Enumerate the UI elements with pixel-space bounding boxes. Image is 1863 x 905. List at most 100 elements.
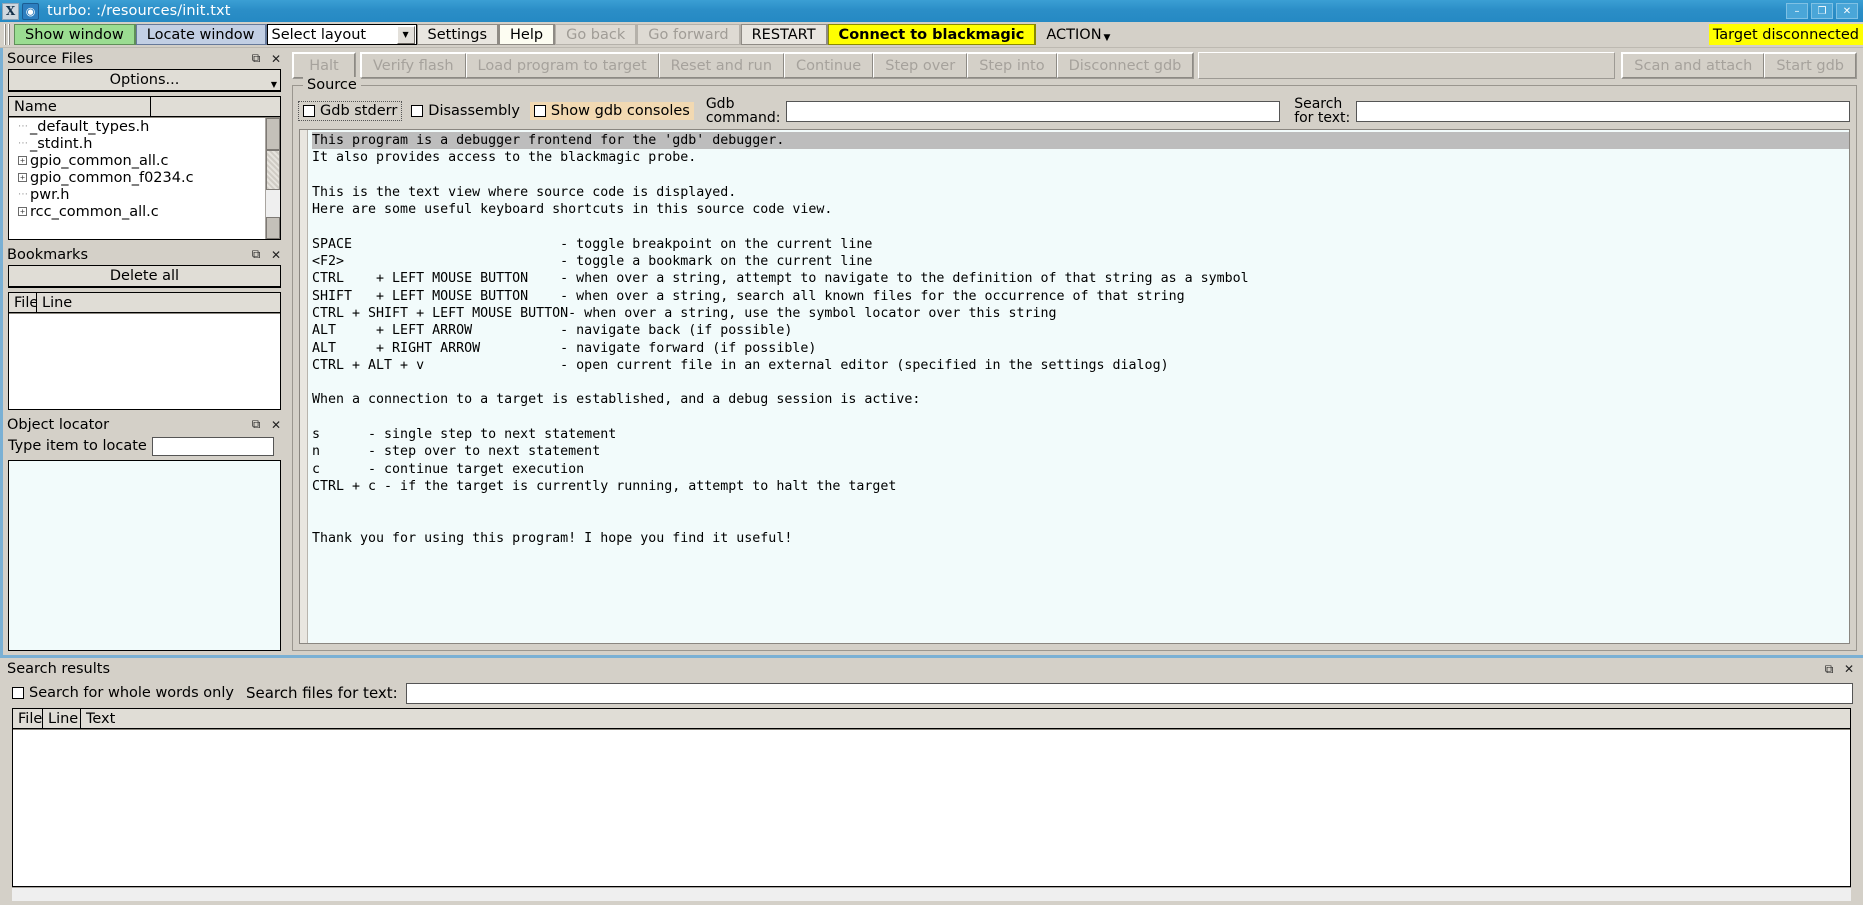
source-code-line[interactable]: s - single step to next statement [312, 426, 1849, 443]
source-code-line[interactable]: Here are some useful keyboard shortcuts … [312, 201, 1849, 218]
halt-button[interactable]: Halt [293, 53, 355, 78]
scrollbar-track-hatch[interactable] [266, 150, 280, 190]
source-file-row[interactable]: + gpio_common_all.c [9, 152, 280, 169]
object-locator-input[interactable] [151, 436, 274, 456]
bookmarks-column-file[interactable]: File [9, 293, 38, 313]
tree-leaf-icon[interactable]: ⋯ [15, 138, 30, 149]
source-code-line[interactable]: ALT + RIGHT ARROW - navigate forward (if… [312, 340, 1849, 357]
debug-button-continue[interactable]: Continue [784, 53, 874, 78]
connect-to-blackmagic-button[interactable]: Connect to blackmagic [827, 24, 1037, 45]
close-icon[interactable]: ✕ [1839, 660, 1859, 678]
source-files-listview[interactable]: Name ⋯ _default_types.h ⋯ _stdint.h + gpio_co… [8, 96, 281, 240]
debug-button-disconnect-gdb[interactable]: Disconnect gdb [1056, 53, 1194, 78]
source-code-line[interactable]: CTRL + c - if the target is currently ru… [312, 478, 1849, 495]
window-controls: – ❐ ✕ [1786, 3, 1861, 19]
select-layout-combo[interactable]: Select layout ▼ [266, 24, 417, 45]
source-code-line[interactable]: CTRL + ALT + v - open current file in an… [312, 357, 1849, 374]
chevron-down-icon[interactable]: ▼ [396, 25, 415, 44]
search-files-input[interactable] [405, 682, 1853, 704]
source-code-line[interactable] [312, 167, 1849, 184]
search-results-listview[interactable]: File Line Text [12, 708, 1851, 887]
source-code-line[interactable] [312, 513, 1849, 530]
source-code-line[interactable]: n - step over to next statement [312, 443, 1849, 460]
tree-leaf-icon[interactable]: ⋯ [15, 121, 30, 132]
source-code-line[interactable]: This program is a debugger frontend for … [312, 132, 1849, 150]
object-locator-results[interactable] [8, 460, 281, 651]
action-menu-button[interactable]: ACTION ▼ [1036, 24, 1120, 45]
debug-button-verify-flash[interactable]: Verify flash [361, 53, 466, 78]
maximize-button[interactable]: ❐ [1811, 3, 1833, 19]
debug-button-step-into[interactable]: Step into [967, 53, 1057, 78]
restore-icon[interactable]: ⧉ [246, 50, 266, 68]
source-files-scrollbar[interactable] [265, 118, 280, 239]
bookmarks-delete-all-button[interactable]: Delete all [8, 265, 281, 288]
source-code-text[interactable]: This program is a debugger frontend for … [308, 130, 1849, 643]
search-results-hscrollbar[interactable] [12, 887, 1851, 901]
go-back-button[interactable]: Go back [555, 24, 638, 45]
source-file-row[interactable]: + rcc_common_all.c [9, 203, 280, 220]
close-icon[interactable]: ✕ [266, 416, 286, 434]
expand-plus-icon[interactable]: + [15, 173, 30, 182]
restore-icon[interactable]: ⧉ [246, 246, 266, 264]
debug-button-scan-and-attach[interactable]: Scan and attach [1622, 53, 1765, 78]
source-gutter[interactable] [300, 130, 308, 643]
source-code-line[interactable]: SHIFT + LEFT MOUSE BUTTON - when over a … [312, 288, 1849, 305]
restart-button[interactable]: RESTART [740, 24, 828, 45]
source-file-row[interactable]: ⋯ _stdint.h [9, 135, 280, 152]
source-file-label: pwr.h [30, 186, 70, 203]
source-code-line[interactable] [312, 495, 1849, 512]
debug-button-reset-and-run[interactable]: Reset and run [658, 53, 785, 78]
source-code-line[interactable] [312, 374, 1849, 391]
help-button[interactable]: Help [499, 24, 556, 45]
source-code-line[interactable] [312, 218, 1849, 235]
source-code-line[interactable]: c - continue target execution [312, 461, 1849, 478]
restore-icon[interactable]: ⧉ [1819, 660, 1839, 678]
scrollbar-thumb-top[interactable] [266, 118, 280, 150]
minimize-button[interactable]: – [1786, 3, 1808, 19]
show-gdb-consoles-checkbox[interactable]: Show gdb consoles [529, 102, 694, 120]
restore-icon[interactable]: ⧉ [246, 416, 266, 434]
source-code-line[interactable]: SPACE - toggle breakpoint on the current… [312, 236, 1849, 253]
locate-window-button[interactable]: Locate window [135, 24, 267, 45]
search-results-column-text[interactable]: Text [81, 709, 1850, 729]
whole-words-checkbox[interactable]: Search for whole words only [12, 684, 238, 702]
gdb-command-input[interactable] [786, 100, 1281, 122]
search-results-column-file[interactable]: File [13, 709, 43, 729]
source-file-row[interactable]: + gpio_common_f0234.c [9, 169, 280, 186]
object-locator-panel-header: Object locator ⧉ ✕ [3, 414, 286, 435]
bookmarks-listview[interactable]: File Line [8, 292, 281, 410]
toolbar-drag-handle[interactable] [2, 24, 11, 45]
expand-plus-icon[interactable]: + [15, 156, 30, 165]
close-icon[interactable]: ✕ [266, 246, 286, 264]
search-results-column-line[interactable]: Line [43, 709, 81, 729]
source-files-options-button[interactable]: Options... ▼ [8, 69, 281, 92]
source-code-line[interactable]: CTRL + SHIFT + LEFT MOUSE BUTTON- when o… [312, 305, 1849, 322]
source-code-line[interactable] [312, 409, 1849, 426]
source-code-view[interactable]: This program is a debugger frontend for … [299, 129, 1850, 644]
source-code-line[interactable]: Thank you for using this program! I hope… [312, 530, 1849, 547]
source-code-line[interactable]: It also provides access to the blackmagi… [312, 149, 1849, 166]
close-button[interactable]: ✕ [1836, 3, 1858, 19]
settings-button[interactable]: Settings [416, 24, 500, 45]
source-code-line[interactable]: ALT + LEFT ARROW - navigate back (if pos… [312, 322, 1849, 339]
tree-leaf-icon[interactable]: ⋯ [15, 189, 30, 200]
debug-button-step-over[interactable]: Step over [873, 53, 968, 78]
source-code-line[interactable]: When a connection to a target is establi… [312, 391, 1849, 408]
debug-button-start-gdb[interactable]: Start gdb [1764, 53, 1856, 78]
show-window-button[interactable]: Show window [14, 24, 136, 45]
source-code-line[interactable]: <F2> - toggle a bookmark on the current … [312, 253, 1849, 270]
gdb-stderr-checkbox[interactable]: Gdb stderr [297, 101, 403, 121]
scrollbar-thumb-bottom[interactable] [266, 217, 280, 239]
disassembly-checkbox[interactable]: Disassembly [407, 102, 524, 120]
source-search-input[interactable] [1356, 100, 1851, 122]
source-files-column-name[interactable]: Name [9, 97, 151, 117]
close-icon[interactable]: ✕ [266, 50, 286, 68]
bookmarks-column-line[interactable]: Line [37, 293, 280, 313]
source-file-row[interactable]: ⋯ pwr.h [9, 186, 280, 203]
source-file-row[interactable]: ⋯ _default_types.h [9, 118, 280, 135]
source-code-line[interactable]: This is the text view where source code … [312, 184, 1849, 201]
go-forward-button[interactable]: Go forward [637, 24, 741, 45]
expand-plus-icon[interactable]: + [15, 207, 30, 216]
source-code-line[interactable]: CTRL + LEFT MOUSE BUTTON - when over a s… [312, 270, 1849, 287]
debug-button-load-program-to-target[interactable]: Load program to target [465, 53, 659, 78]
